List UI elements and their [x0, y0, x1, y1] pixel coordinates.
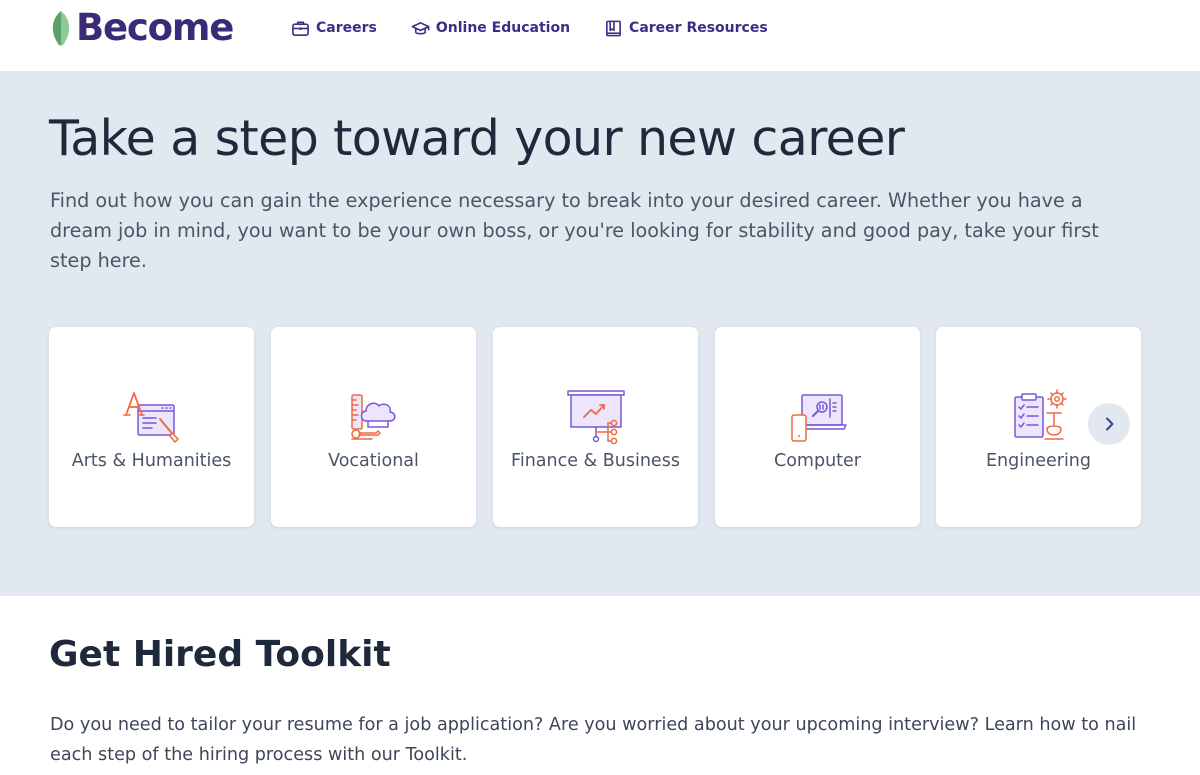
nav-careers[interactable]: Careers — [291, 17, 377, 39]
logo[interactable]: Become — [48, 6, 234, 49]
briefcase-icon — [292, 21, 309, 36]
finance-business-icon — [566, 390, 625, 445]
category-card-arts-humanities[interactable]: Arts & Humanities — [49, 327, 254, 527]
nav-career-resources-label: Career Resources — [629, 20, 768, 36]
engineering-icon — [1013, 389, 1067, 440]
category-label: Computer — [774, 451, 861, 471]
chevron-right-icon — [1106, 417, 1114, 431]
nav-online-education-label: Online Education — [435, 20, 571, 36]
category-label: Arts & Humanities — [71, 451, 232, 471]
category-card-computer[interactable]: Computer — [715, 327, 920, 527]
vocational-icon — [350, 394, 396, 440]
category-card-vocational[interactable]: Vocational — [271, 327, 476, 527]
hero-section: Take a step toward your new career Find … — [0, 71, 1200, 596]
category-label: Finance & Business — [511, 451, 680, 471]
nav-careers-label: Careers — [316, 20, 377, 36]
leaf-logo-icon — [52, 11, 70, 46]
carousel-next-button[interactable] — [1088, 403, 1130, 445]
category-label: Engineering — [986, 451, 1091, 471]
toolkit-title: Get Hired Toolkit — [49, 634, 391, 675]
category-card-finance-business[interactable]: Finance & Business — [493, 327, 698, 527]
category-label: Vocational — [328, 451, 419, 471]
graduation-cap-icon — [411, 21, 430, 35]
hero-description: Find out how you can gain the experience… — [50, 189, 1099, 272]
toolkit-description: Do you need to tailor your resume for a … — [50, 715, 1137, 765]
site-header: Become Careers Online Education Career R… — [0, 0, 1200, 71]
hero-title: Take a step toward your new career — [49, 110, 905, 167]
nav-career-resources[interactable]: Career Resources — [604, 17, 768, 39]
computer-icon — [790, 394, 847, 442]
logo-text: Become — [76, 6, 234, 49]
category-carousel: Arts & Humanities Vocational Finance & B… — [49, 327, 1141, 527]
main-nav: Careers Online Education Career Resource… — [291, 17, 802, 39]
arts-humanities-icon — [122, 392, 179, 443]
nav-online-education[interactable]: Online Education — [411, 17, 570, 39]
book-icon — [606, 20, 622, 36]
